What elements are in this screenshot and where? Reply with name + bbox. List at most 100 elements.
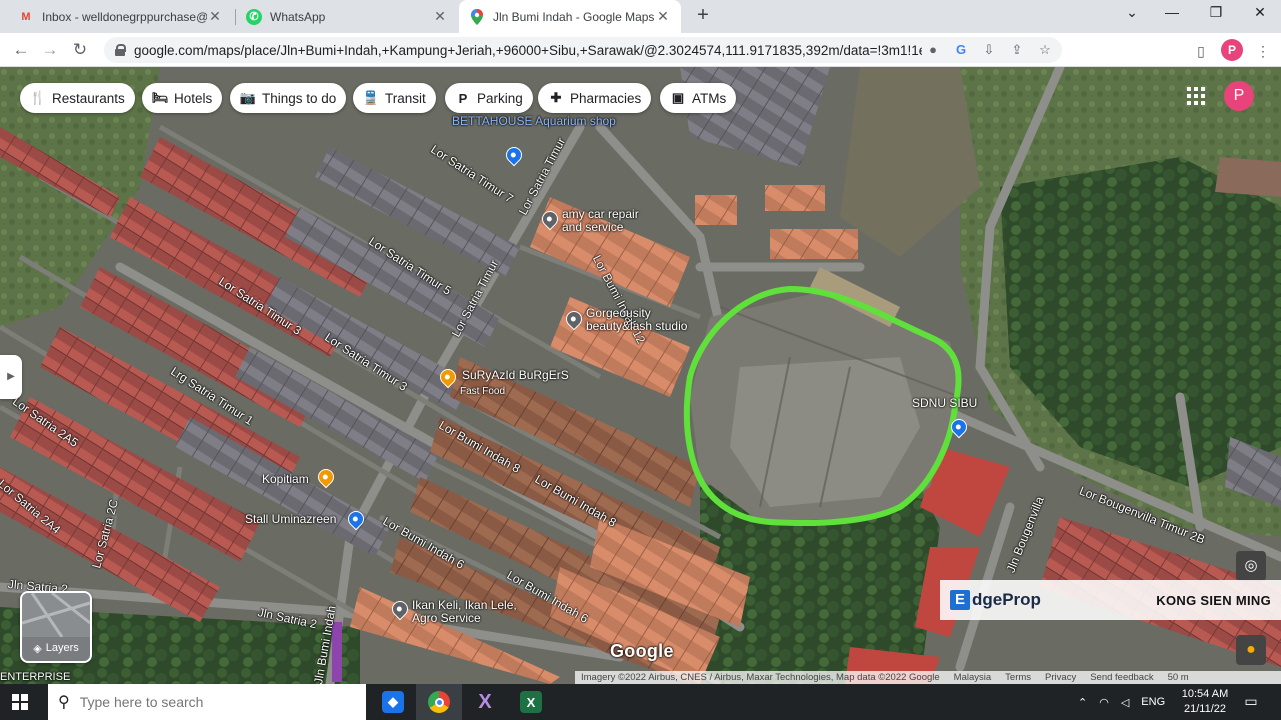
close-tab-icon[interactable]: ✕ bbox=[655, 8, 671, 25]
enterprise-label: ENTERPRISE bbox=[0, 671, 71, 683]
tab-search-chevron-icon[interactable]: ⌄ bbox=[1115, 4, 1149, 26]
gmail-icon: M bbox=[21, 10, 31, 23]
region-link[interactable]: Malaysia bbox=[954, 672, 992, 683]
chip-transit[interactable]: 🚆 Transit bbox=[353, 83, 436, 113]
poi-label-kopitiam[interactable]: Kopitiam bbox=[262, 473, 309, 486]
poi-label-amy-car-repair[interactable]: amy car repair and service bbox=[562, 208, 654, 234]
forward-button[interactable]: → bbox=[39, 39, 61, 61]
install-icon[interactable]: ⇩ bbox=[978, 39, 1000, 61]
edgeprop-logo: EdgeProp bbox=[950, 590, 1041, 610]
privacy-link[interactable]: Privacy bbox=[1045, 672, 1076, 683]
reload-button[interactable]: ↻ bbox=[69, 39, 91, 61]
parking-icon: P bbox=[458, 90, 468, 106]
layers-label: Layers bbox=[45, 642, 79, 654]
chip-label: Parking bbox=[477, 90, 523, 106]
tab-title: Inbox - welldonegrppurchase@g bbox=[42, 9, 207, 24]
chrome-icon bbox=[428, 691, 450, 713]
tab-google-maps[interactable]: Jln Bumi Indah - Google Maps ✕ bbox=[459, 0, 681, 33]
clock-date: 21/11/22 bbox=[1183, 703, 1226, 715]
poi-label-ikan-keli[interactable]: Ikan Keli, Ikan Lele, Agro Service bbox=[412, 599, 522, 625]
maps-profile-avatar[interactable]: P bbox=[1224, 81, 1254, 111]
poi-label-suryazid-burgers[interactable]: SuRyAzId BuRgErS bbox=[462, 369, 569, 382]
chip-atms[interactable]: ▣ ATMs bbox=[660, 83, 737, 113]
google-lens-icon[interactable]: G bbox=[950, 39, 972, 61]
taskbar-app-chrome[interactable] bbox=[416, 684, 462, 720]
chip-label: Pharmacies bbox=[570, 90, 642, 106]
pegman-icon[interactable]: ● bbox=[1236, 635, 1266, 665]
wifi-icon[interactable]: ◠ bbox=[1099, 696, 1109, 709]
camera-icon: 📷 bbox=[239, 90, 257, 105]
train-icon: 🚆 bbox=[362, 90, 380, 105]
url-text[interactable]: google.com/maps/place/Jln+Bumi+Indah,+Ka… bbox=[134, 43, 922, 58]
kebab-menu-icon[interactable]: ⋮ bbox=[1252, 40, 1274, 62]
chip-label: Restaurants bbox=[52, 90, 125, 106]
chip-things-to-do[interactable]: 📷 Things to do bbox=[230, 83, 347, 113]
taskbar-search-input[interactable] bbox=[79, 694, 340, 710]
taskbar-clock[interactable]: 10:54 AM 21/11/22 bbox=[1175, 687, 1235, 717]
agent-name: KONG SIEN MING bbox=[1156, 592, 1271, 608]
chip-parking[interactable]: P Parking bbox=[445, 83, 533, 113]
chip-hotels[interactable]: 🛏 Hotels bbox=[142, 83, 223, 113]
location-icon[interactable]: ● bbox=[922, 39, 944, 61]
restore-button[interactable]: ❐ bbox=[1199, 4, 1233, 26]
attribution-bar: Imagery ©2022 Airbus, CNES / Airbus, Max… bbox=[575, 671, 1281, 684]
new-tab-button[interactable]: + bbox=[693, 5, 713, 26]
poi-sublabel-fast-food: Fast Food bbox=[460, 386, 506, 397]
taskbar-app-blue[interactable]: ◆ bbox=[370, 684, 416, 720]
close-tab-icon[interactable]: ✕ bbox=[432, 8, 448, 25]
terms-link[interactable]: Terms bbox=[1005, 672, 1031, 683]
tab-whatsapp[interactable]: ✆ WhatsApp ✕ bbox=[236, 0, 458, 33]
map-viewport[interactable]: 🍴 Restaurants 🛏 Hotels 📷 Things to do 🚆 … bbox=[0, 67, 1281, 684]
profile-avatar[interactable]: P bbox=[1221, 39, 1243, 61]
search-icon: ⚲ bbox=[58, 694, 70, 711]
expand-side-panel-button[interactable]: ▶ bbox=[0, 355, 22, 399]
windows-start-icon[interactable] bbox=[12, 694, 28, 710]
volume-icon[interactable]: ◁ bbox=[1121, 696, 1129, 709]
browser-toolbar: ← → ↻ google.com/maps/place/Jln+Bumi+Ind… bbox=[0, 33, 1281, 67]
imagery-attribution: Imagery ©2022 Airbus, CNES / Airbus, Max… bbox=[581, 672, 940, 683]
google-maps-icon bbox=[469, 8, 485, 25]
edgeprop-watermark: EdgeProp KONG SIEN MING bbox=[940, 580, 1281, 620]
clock-time: 10:54 AM bbox=[1181, 688, 1229, 700]
scale-bar[interactable]: 50 m bbox=[1168, 672, 1189, 683]
language-indicator[interactable]: ENG bbox=[1141, 696, 1165, 708]
tab-title: Jln Bumi Indah - Google Maps bbox=[493, 9, 655, 24]
side-panel-icon[interactable]: ▯ bbox=[1190, 40, 1212, 62]
atm-icon: ▣ bbox=[671, 90, 685, 105]
google-logo: Google bbox=[610, 641, 674, 661]
chip-label: Things to do bbox=[262, 90, 337, 106]
chip-pharmacies[interactable]: ✚ Pharmacies bbox=[538, 83, 652, 113]
address-bar[interactable]: google.com/maps/place/Jln+Bumi+Indah,+Ka… bbox=[104, 37, 1062, 63]
poi-label-bettahouse[interactable]: BETTAHOUSE Aquarium shop bbox=[452, 115, 616, 128]
close-tab-icon[interactable]: ✕ bbox=[207, 8, 223, 25]
fork-knife-icon: 🍴 bbox=[29, 90, 47, 105]
lock-icon bbox=[114, 44, 126, 56]
app-blue-icon: ◆ bbox=[382, 691, 404, 713]
taskbar-app-x[interactable]: X bbox=[462, 684, 508, 720]
back-button[interactable]: ← bbox=[10, 39, 32, 61]
chip-label: Transit bbox=[385, 90, 426, 106]
bookmark-star-icon[interactable]: ☆ bbox=[1034, 39, 1056, 61]
taskbar-search-box[interactable]: ⚲ bbox=[48, 684, 366, 720]
close-window-button[interactable]: ✕ bbox=[1243, 4, 1277, 26]
windows-taskbar: ⚲ ◆ X X ⌃ ◠ ◁ ENG 10:54 AM 21/11/22 ▭ bbox=[0, 684, 1281, 720]
tab-gmail[interactable]: M Inbox - welldonegrppurchase@g ✕ bbox=[8, 0, 233, 33]
send-feedback-link[interactable]: Send feedback bbox=[1090, 672, 1153, 683]
layers-icon: ◈ bbox=[33, 642, 42, 655]
layers-button[interactable]: ◈ Layers bbox=[20, 591, 92, 663]
notification-icon[interactable]: ▭ bbox=[1240, 693, 1262, 711]
tab-title: WhatsApp bbox=[270, 9, 326, 24]
minimize-button[interactable]: — bbox=[1155, 4, 1189, 26]
chip-restaurants[interactable]: 🍴 Restaurants bbox=[20, 83, 135, 113]
poi-label-stall-uminazreen[interactable]: Stall Uminazreen bbox=[245, 513, 336, 526]
share-icon[interactable]: ⇪ bbox=[1006, 39, 1028, 61]
my-location-icon[interactable]: ◎ bbox=[1236, 551, 1266, 581]
poi-label-gorgeousity[interactable]: Gorgeousity beauty&lash studio bbox=[586, 307, 702, 333]
chevron-up-icon[interactable]: ⌃ bbox=[1078, 696, 1087, 709]
taskbar-app-excel[interactable]: X bbox=[508, 684, 554, 720]
poi-label-sdnu-sibu[interactable]: SDNU SIBU bbox=[912, 397, 977, 410]
whatsapp-icon: ✆ bbox=[246, 8, 262, 25]
google-apps-icon[interactable] bbox=[1187, 87, 1205, 105]
chip-label: ATMs bbox=[692, 90, 727, 106]
pharmacy-icon: ✚ bbox=[550, 90, 562, 105]
